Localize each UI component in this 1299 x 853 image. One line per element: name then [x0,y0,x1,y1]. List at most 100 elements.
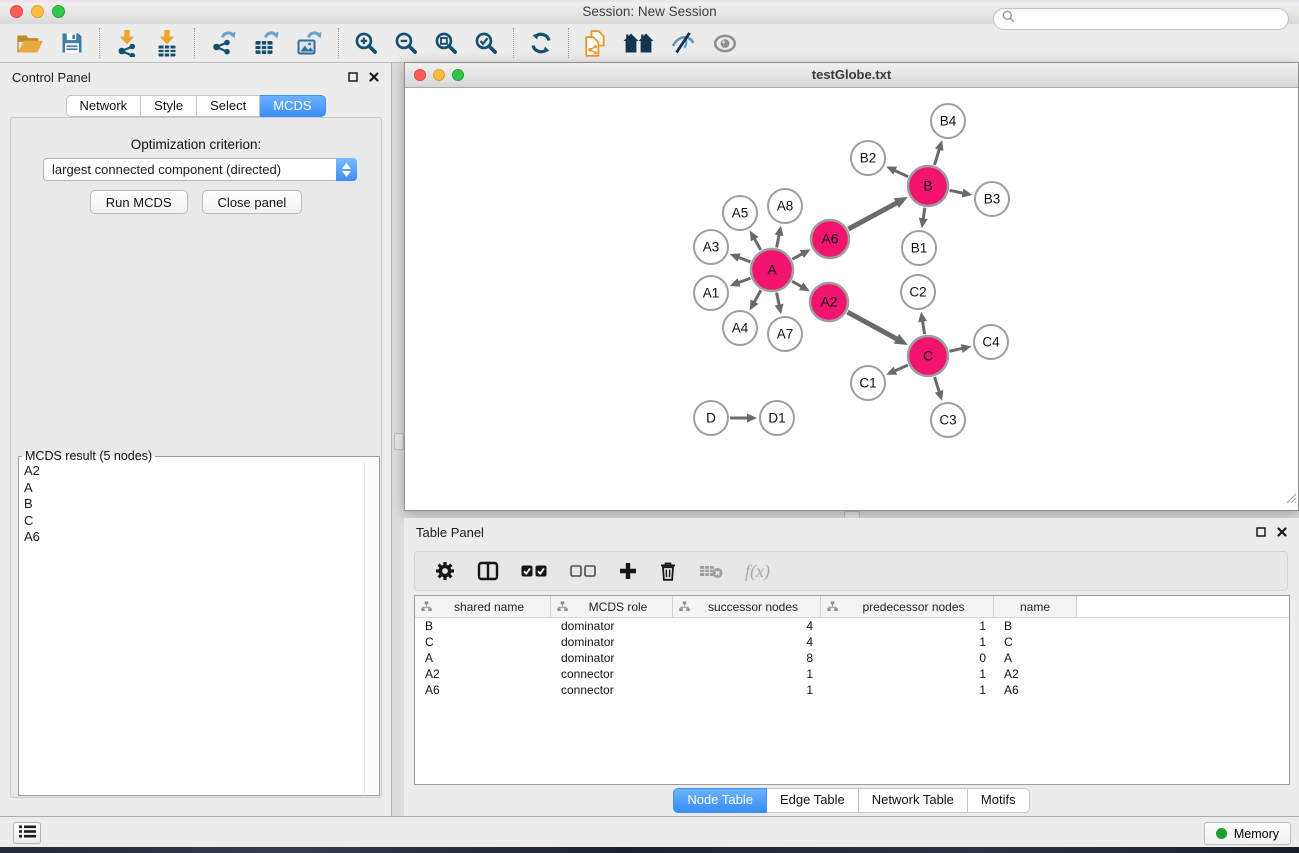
cell-successor-nodes[interactable]: 4 [673,619,821,633]
mcds-result-item[interactable]: A [21,480,363,497]
table-row[interactable]: A2connector11A2 [415,666,1289,682]
tab-network[interactable]: Network [65,95,141,117]
edge-A-A6[interactable] [792,249,810,259]
network-window-titlebar[interactable]: testGlobe.txt [405,63,1298,88]
table-tab-network-table[interactable]: Network Table [859,788,968,813]
open-session-button[interactable] [8,30,52,56]
close-panel-icon[interactable] [369,72,379,82]
import-table-button[interactable] [147,28,187,59]
network-minimize-icon[interactable] [433,69,445,81]
memory-button[interactable]: Memory [1204,822,1291,845]
hide-selected-button[interactable] [662,29,704,57]
node-C3[interactable]: C3 [931,403,965,437]
cell-successor-nodes[interactable]: 8 [673,651,821,665]
zoom-window-icon[interactable] [52,5,65,18]
cell-name[interactable]: A [994,651,1077,665]
column-header-predecessor-nodes[interactable]: predecessor nodes [821,596,994,617]
cell-shared-name[interactable]: C [415,635,551,649]
column-header-MCDS-role[interactable]: MCDS role [551,596,673,617]
edge-C-C4[interactable] [949,344,971,353]
edge-C-C1[interactable] [886,365,908,375]
node-A5[interactable]: A5 [723,196,757,230]
edge-B-B1[interactable] [919,208,928,228]
table-row[interactable]: Cdominator41C [415,634,1289,650]
import-network-button[interactable] [107,28,147,59]
tab-style[interactable]: Style [141,95,197,117]
node-A2[interactable]: A2 [810,283,848,321]
table-tab-node-table[interactable]: Node Table [673,788,767,813]
mcds-result-item[interactable]: A2 [21,463,363,480]
float-panel-icon[interactable] [348,72,358,82]
edge-A-A4[interactable] [750,290,761,310]
minimize-window-icon[interactable] [31,5,44,18]
node-A[interactable]: A [751,249,793,291]
zoom-selected-button[interactable] [466,29,506,57]
resize-grip-icon[interactable] [1284,491,1297,509]
add-column-button[interactable] [608,552,648,590]
node-B2[interactable]: B2 [851,141,885,175]
edge-A-A3[interactable] [730,253,751,262]
node-C4[interactable]: C4 [974,325,1008,359]
cell-MCDS-role[interactable]: dominator [551,635,673,649]
node-D1[interactable]: D1 [760,401,794,435]
show-all-button[interactable] [704,31,746,56]
cell-name[interactable]: A6 [994,683,1077,697]
split-columns-button[interactable] [466,552,510,590]
node-C2[interactable]: C2 [901,275,935,309]
cell-name[interactable]: B [994,619,1077,633]
table-tab-edge-table[interactable]: Edge Table [767,788,859,813]
node-A1[interactable]: A1 [694,276,728,310]
cell-predecessor-nodes[interactable]: 1 [821,683,994,697]
node-D[interactable]: D [694,401,728,435]
cell-successor-nodes[interactable]: 4 [673,635,821,649]
cell-name[interactable]: A2 [994,667,1077,681]
network-canvas[interactable]: B4B2BB3A8A5A6A3B1AC2A1A2A4A7C4CC1C3DD1 [405,88,1298,510]
node-A8[interactable]: A8 [768,189,802,223]
new-network-from-selection-button[interactable] [576,28,615,59]
edge-A-A2[interactable] [792,281,810,291]
node-A7[interactable]: A7 [768,317,802,351]
table-row[interactable]: Bdominator41B [415,618,1289,634]
edge-B-B3[interactable] [950,189,973,198]
cell-successor-nodes[interactable]: 1 [673,667,821,681]
cell-shared-name[interactable]: A [415,651,551,665]
close-window-icon[interactable] [10,5,23,18]
column-header-shared-name[interactable]: shared name [415,596,551,617]
table-row[interactable]: A6connector11A6 [415,682,1289,698]
edge-A2-C[interactable] [847,312,907,345]
close-panel-button[interactable]: Close panel [202,190,303,214]
mcds-result-item[interactable]: A6 [21,529,363,546]
cell-MCDS-role[interactable]: connector [551,683,673,697]
network-zoom-icon[interactable] [452,69,464,81]
tab-mcds[interactable]: MCDS [260,95,325,117]
column-header-successor-nodes[interactable]: successor nodes [673,596,821,617]
edge-B-B2[interactable] [886,166,908,176]
task-history-button[interactable] [13,822,41,844]
run-mcds-button[interactable]: Run MCDS [90,190,188,214]
node-A6[interactable]: A6 [811,220,849,258]
criterion-dropdown[interactable]: largest connected component (directed) [43,158,357,181]
search-box[interactable] [993,8,1289,30]
first-neighbors-button[interactable] [615,30,662,56]
cell-shared-name[interactable]: B [415,619,551,633]
cell-MCDS-role[interactable]: dominator [551,651,673,665]
refresh-layout-button[interactable] [521,29,561,57]
result-scrollbar[interactable] [364,463,378,793]
table-float-panel-icon[interactable] [1256,527,1266,537]
vertical-splitter-grip[interactable] [394,433,404,450]
table-close-panel-icon[interactable] [1277,527,1287,537]
column-header-name[interactable]: name [994,596,1077,617]
edge-C-C2[interactable] [918,312,927,335]
cell-predecessor-nodes[interactable]: 1 [821,619,994,633]
edge-A-A1[interactable] [730,278,751,287]
cell-predecessor-nodes[interactable]: 0 [821,651,994,665]
cell-shared-name[interactable]: A2 [415,667,551,681]
edge-B-B4[interactable] [934,140,943,165]
node-B3[interactable]: B3 [975,182,1009,216]
deselect-all-columns-button[interactable] [559,552,608,590]
cell-MCDS-role[interactable]: dominator [551,619,673,633]
network-close-icon[interactable] [414,69,426,81]
node-B4[interactable]: B4 [931,104,965,138]
table-row[interactable]: Adominator80A [415,650,1289,666]
edge-A-A7[interactable] [775,293,784,315]
